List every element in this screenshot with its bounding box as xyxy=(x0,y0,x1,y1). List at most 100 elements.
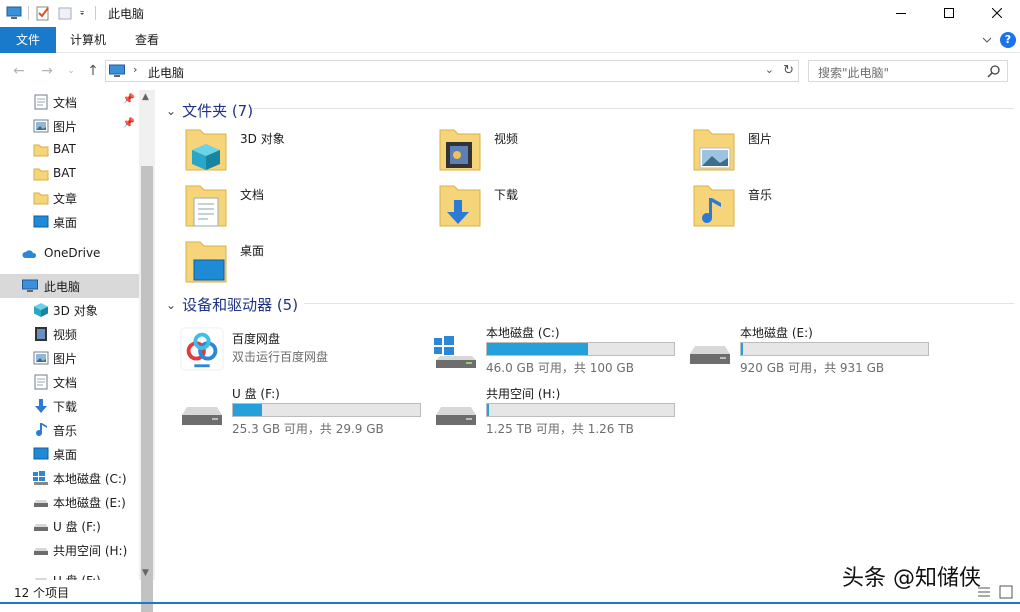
drive-h[interactable]: 共用空间 (H:) 1.25 TB 可用，共 1.26 TB xyxy=(432,383,682,437)
address-dropdown-icon[interactable]: ⌄ xyxy=(765,63,774,76)
sidebar-item-label: 桌面 xyxy=(53,216,78,230)
large-icons-view-icon[interactable] xyxy=(998,584,1014,600)
properties-icon[interactable] xyxy=(35,5,51,21)
sidebar-item-drive-f[interactable]: U 盘 (F:) xyxy=(0,514,139,538)
search-icon[interactable] xyxy=(987,64,1001,78)
sidebar-item-label: 文档 xyxy=(53,376,78,390)
window-title: 此电脑 xyxy=(108,7,145,21)
tab-file[interactable]: 文件 xyxy=(0,27,56,53)
sidebar-scrollbar[interactable]: ▲ ▼ xyxy=(139,90,155,612)
sidebar-item-pictures[interactable]: 图片 xyxy=(0,346,139,370)
sidebar-item-label: 视频 xyxy=(53,328,78,342)
group-header-folders[interactable]: ⌄ 文件夹 (7) xyxy=(166,100,253,121)
tab-view[interactable]: 查看 xyxy=(126,27,168,53)
sidebar-item-label: 3D 对象 xyxy=(53,304,98,318)
pc-icon[interactable] xyxy=(6,5,22,21)
breadcrumb-separator-icon[interactable]: › xyxy=(133,63,137,76)
forward-button[interactable]: → xyxy=(38,62,56,80)
navigation-pane: 文档 📌 图片 📌 BAT BAT 文章 桌面 OneDrive 此电脑 3D … xyxy=(0,90,155,580)
tab-computer[interactable]: 计算机 xyxy=(62,27,114,53)
drive-size: 46.0 GB 可用，共 100 GB xyxy=(486,361,634,375)
scroll-up-icon[interactable]: ▲ xyxy=(142,92,149,102)
sidebar-item-label: 音乐 xyxy=(53,424,78,438)
address-bar[interactable]: › 此电脑 ⌄ ↻ xyxy=(105,60,799,82)
sidebar-item-downloads[interactable]: 下载 xyxy=(0,394,139,418)
new-folder-icon[interactable] xyxy=(57,5,73,21)
picture-icon xyxy=(33,119,49,133)
drive-icon xyxy=(690,346,730,364)
watermark-text: 头条 @知储侠 xyxy=(842,566,981,591)
folder-label: 文档 xyxy=(240,188,265,202)
help-icon[interactable]: ? xyxy=(1000,32,1016,48)
folder-documents[interactable]: 文档 xyxy=(182,182,422,234)
folder-3d-objects[interactable]: 3D 对象 xyxy=(182,126,422,178)
folder-music[interactable]: 音乐 xyxy=(690,182,930,234)
baidu-netdisk-shortcut[interactable]: 百度网盘 双击运行百度网盘 xyxy=(178,322,428,376)
folder-downloads[interactable]: 下载 xyxy=(436,182,676,234)
scroll-down-icon[interactable]: ▼ xyxy=(142,568,149,578)
3d-objects-icon xyxy=(34,303,48,317)
drive-icon xyxy=(34,548,48,555)
recent-locations-button[interactable]: ⌄ xyxy=(62,62,80,80)
sidebar-item-drive-e[interactable]: 本地磁盘 (E:) xyxy=(0,490,139,514)
sidebar-item-label: OneDrive xyxy=(44,246,101,260)
download-icon xyxy=(35,399,47,413)
video-folder-icon xyxy=(439,129,481,171)
breadcrumb-this-pc[interactable]: 此电脑 xyxy=(148,64,184,81)
folder-label: 视频 xyxy=(494,132,519,146)
ribbon-right-controls: ? xyxy=(982,32,1016,48)
sidebar-item-articles[interactable]: 文章 xyxy=(0,186,139,210)
sidebar-item-pictures[interactable]: 图片 📌 xyxy=(0,114,139,138)
sidebar-item-bat[interactable]: BAT xyxy=(0,138,139,162)
search-placeholder: 搜索"此电脑" xyxy=(818,66,890,80)
sidebar-item-drive-h[interactable]: 共用空间 (H:) xyxy=(0,538,139,562)
title-bar: 此电脑 xyxy=(0,0,1020,26)
chevron-down-icon: ⌄ xyxy=(166,103,177,118)
sidebar-item-desktop[interactable]: 桌面 xyxy=(0,210,139,234)
scrollbar-thumb[interactable] xyxy=(141,166,153,612)
arrow-left-icon: ← xyxy=(13,63,25,79)
folder-videos[interactable]: 视频 xyxy=(436,126,676,178)
back-button[interactable]: ← xyxy=(10,62,28,80)
quick-access-toolbar xyxy=(6,4,102,22)
folder-desktop[interactable]: 桌面 xyxy=(182,238,422,290)
sidebar-item-bat[interactable]: BAT xyxy=(0,162,139,186)
arrow-up-icon: ↑ xyxy=(87,63,99,79)
sidebar-item-3d-objects[interactable]: 3D 对象 xyxy=(0,298,139,322)
document-folder-icon xyxy=(185,185,227,227)
search-input[interactable]: 搜索"此电脑" xyxy=(808,60,1008,82)
drive-label: 本地磁盘 (C:) xyxy=(486,326,560,340)
desktop-icon xyxy=(33,215,49,228)
customize-dropdown-icon[interactable] xyxy=(79,5,89,21)
sidebar-item-this-pc[interactable]: 此电脑 xyxy=(0,274,139,298)
folder-label: 桌面 xyxy=(240,244,265,258)
sidebar-item-music[interactable]: 音乐 xyxy=(0,418,139,442)
folder-pictures[interactable]: 图片 xyxy=(690,126,930,178)
sidebar-item-onedrive[interactable]: OneDrive xyxy=(0,242,139,266)
group-header-devices[interactable]: ⌄ 设备和驱动器 (5) xyxy=(166,294,298,315)
sidebar-item-drive-f[interactable]: U 盘 (F:) xyxy=(0,568,139,580)
up-button[interactable]: ↑ xyxy=(84,62,102,80)
folder-label: 3D 对象 xyxy=(240,132,285,146)
close-button[interactable] xyxy=(974,0,1020,26)
drive-f[interactable]: U 盘 (F:) 25.3 GB 可用，共 29.9 GB xyxy=(178,383,428,437)
sidebar-item-videos[interactable]: 视频 xyxy=(0,322,139,346)
item-count: 12 个项目 xyxy=(14,586,70,600)
folder-label: 图片 xyxy=(748,132,773,146)
sidebar-item-documents[interactable]: 文档 📌 xyxy=(0,90,139,114)
refresh-icon[interactable]: ↻ xyxy=(783,63,794,78)
chevron-down-icon: ⌄ xyxy=(67,66,75,76)
drive-size: 920 GB 可用，共 931 GB xyxy=(740,361,885,375)
sidebar-item-desktop[interactable]: 桌面 xyxy=(0,442,139,466)
expand-ribbon-icon[interactable] xyxy=(982,36,992,44)
desktop-folder-icon xyxy=(185,241,227,283)
windows-drive-icon xyxy=(434,336,476,368)
drive-c[interactable]: 本地磁盘 (C:) 46.0 GB 可用，共 100 GB xyxy=(432,322,682,376)
sidebar-item-documents[interactable]: 文档 xyxy=(0,370,139,394)
drive-e[interactable]: 本地磁盘 (E:) 920 GB 可用，共 931 GB xyxy=(686,322,936,376)
sidebar-item-drive-c[interactable]: 本地磁盘 (C:) xyxy=(0,466,139,490)
document-icon xyxy=(34,94,48,110)
maximize-button[interactable] xyxy=(926,0,972,26)
pin-icon: 📌 xyxy=(122,118,135,129)
minimize-button[interactable] xyxy=(878,0,924,26)
